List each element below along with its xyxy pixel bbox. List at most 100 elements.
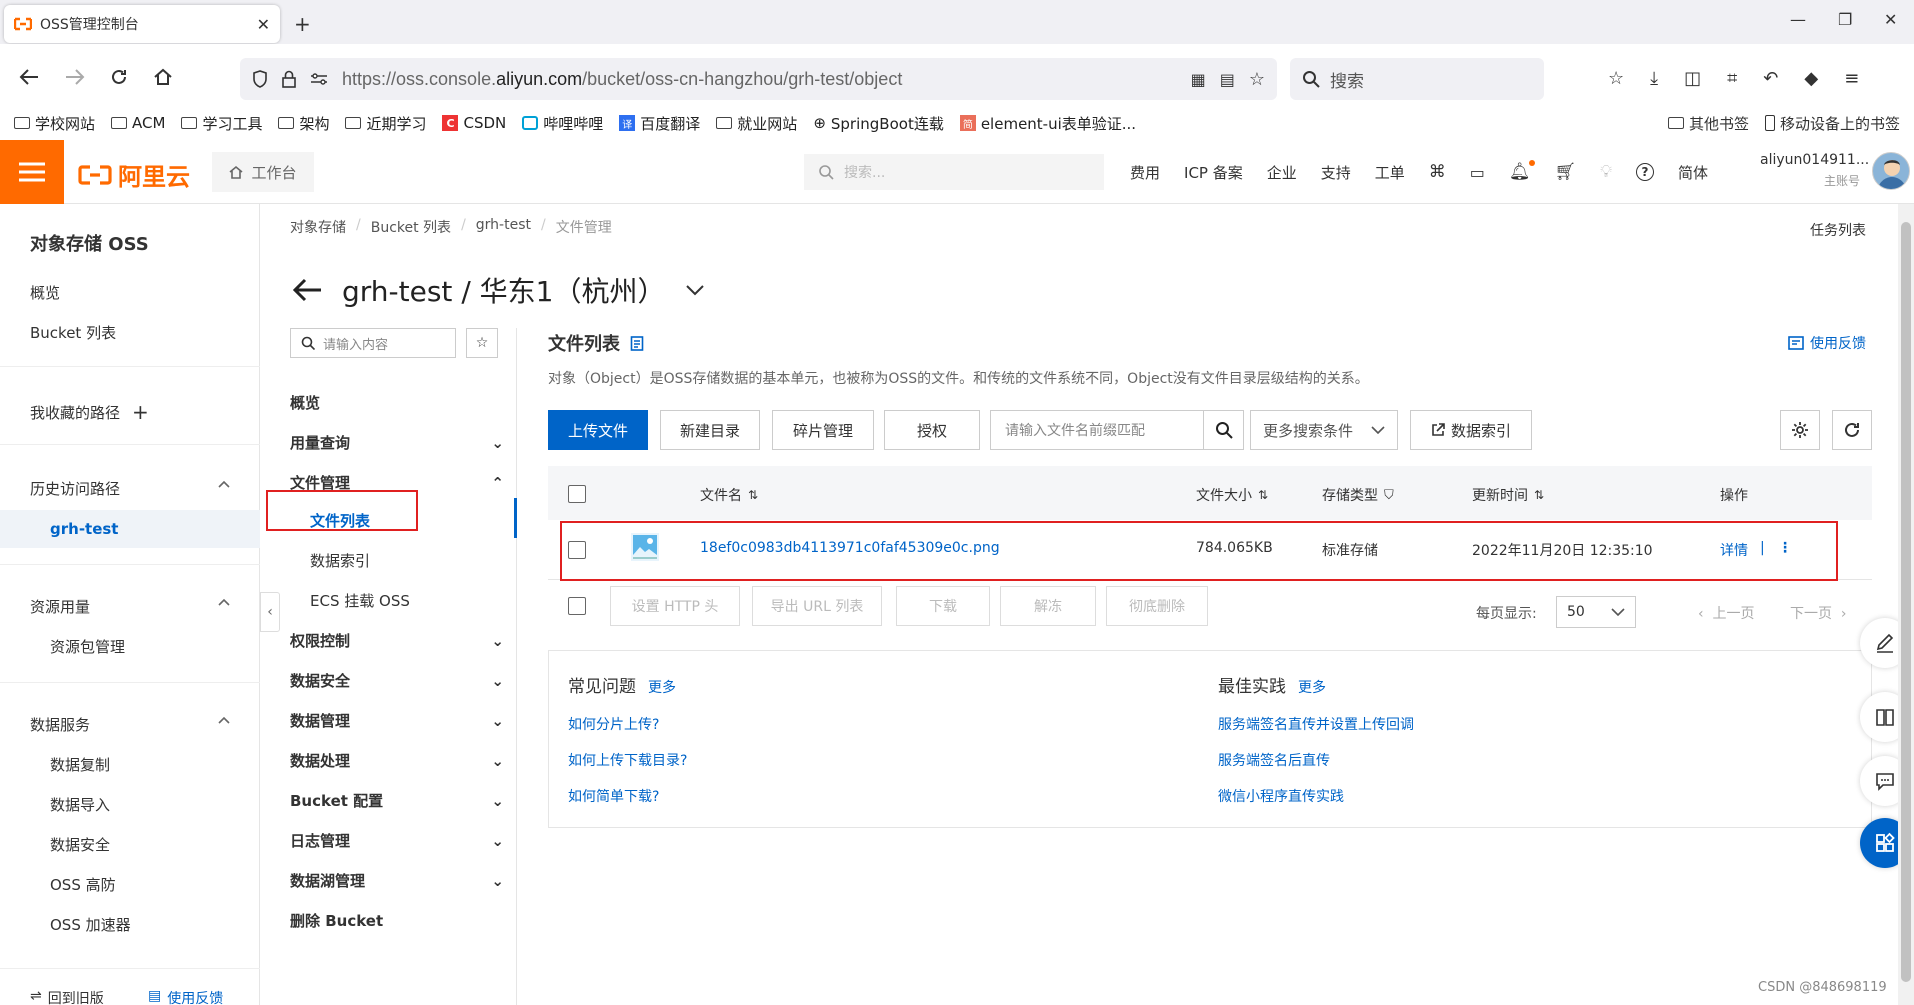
bookmark-item[interactable]: 架构 [278,113,329,134]
bookmark-item[interactable]: 哔哩哔哩 [522,113,603,134]
bookmark-item[interactable]: 学习工具 [181,113,262,134]
menu-sub-ecs-mount[interactable]: ECS 挂载 OSS [310,590,410,611]
home-icon[interactable] [152,66,174,88]
sidebar-collapse-button[interactable]: ‹ [260,592,280,632]
avatar[interactable] [1872,152,1910,190]
column-header-size[interactable]: 文件大小 ⇅ [1196,485,1268,505]
language-switch[interactable]: 简体 [1678,162,1708,183]
forward-icon[interactable] [64,66,86,88]
add-icon[interactable]: + [132,400,149,424]
menu-item-data-management[interactable]: 数据管理 ⌄ [290,710,504,731]
menu-item-data-security[interactable]: 数据安全 ⌄ [290,670,504,691]
terminal-icon[interactable]: ▭ [1470,163,1485,182]
new-tab-icon[interactable]: + [294,12,311,36]
back-to-old-version[interactable]: ⇌ 回到旧版 [30,988,104,1005]
column-header-name[interactable]: 文件名 ⇅ [700,485,758,505]
hamburger-menu-icon[interactable] [0,140,64,204]
more-search-conditions-dropdown[interactable]: 更多搜索条件 [1250,410,1398,450]
faq-link[interactable]: 如何简单下载? [568,786,659,806]
sidebar-feedback-link[interactable]: ▤ 使用反馈 [148,988,223,1005]
new-directory-button[interactable]: 新建目录 [660,410,760,450]
menu-item-data-processing[interactable]: 数据处理 ⌄ [290,750,504,771]
bookmark-item[interactable]: ACM [111,114,165,132]
menu-sub-data-index[interactable]: 数据索引 [310,550,370,571]
upload-file-button[interactable]: 上传文件 [548,410,648,450]
account-info[interactable]: aliyun014911... 主账号 [1760,152,1869,189]
aliyun-logo[interactable]: 阿里云 [78,157,190,192]
sidebar-icon[interactable]: ◫ [1684,68,1701,89]
reload-icon[interactable] [108,66,130,88]
sidebar-item-favorites[interactable]: 我收藏的路径 + [30,400,149,424]
next-page-button[interactable]: 下一页 › [1790,603,1847,623]
lock-icon[interactable] [282,70,296,88]
breadcrumb-item[interactable]: Bucket 列表 [371,217,451,237]
search-icon[interactable] [1204,410,1244,450]
bookmark-item[interactable]: 译百度翻译 [619,113,700,134]
chevron-down-icon[interactable] [685,284,705,296]
browser-search-box[interactable]: 搜索 [1290,58,1544,100]
cart-icon[interactable]: 🛒︎ [1555,162,1577,182]
shield-icon[interactable] [252,70,268,88]
bookmark-item[interactable]: C CSDN [442,114,506,132]
back-icon[interactable] [18,66,40,88]
menu-item-bucket-config[interactable]: Bucket 配置 ⌄ [290,790,504,811]
nav-enterprise[interactable]: 企业 [1267,162,1297,183]
sidebar-item-data-import[interactable]: 数据导入 [50,794,110,815]
feedback-link[interactable]: 使用反馈 [1788,333,1866,353]
help-icon[interactable]: ? [1636,163,1654,181]
bookmark-item[interactable]: 就业网站 [716,113,797,134]
breadcrumb-item[interactable]: 对象存储 [290,217,346,237]
url-text[interactable]: https://oss.console.aliyun.com/bucket/os… [342,69,902,90]
menu-item-log-management[interactable]: 日志管理 ⌄ [290,830,504,851]
restore-icon[interactable]: ❐ [1838,10,1852,29]
restore-button[interactable]: 解冻 [1000,586,1096,626]
favorites-icon[interactable]: ☆ [1608,68,1624,89]
menu-icon[interactable]: ≡ [1844,68,1859,89]
nav-icp[interactable]: ICP 备案 [1184,162,1243,183]
faq-more-link[interactable]: 更多 [648,677,676,697]
per-page-select[interactable]: 50 [1556,596,1636,628]
download-icon[interactable]: ⤓ [1650,68,1658,89]
gear-icon[interactable] [1780,410,1820,450]
fragment-management-button[interactable]: 碎片管理 [772,410,874,450]
minimize-icon[interactable]: — [1790,10,1806,29]
workbench-button[interactable]: 工作台 [212,152,314,192]
bookmark-item[interactable]: ⊕ SpringBoot连载 [813,113,944,134]
bookmark-item[interactable]: 简 element-ui表单验证... [959,113,1136,134]
prev-page-button[interactable]: ‹ 上一页 [1698,603,1755,623]
bookmark-item[interactable]: 其他书签 [1667,113,1749,134]
bell-icon[interactable]: 🔔︎ [1509,160,1535,182]
undo-icon[interactable]: ↶ [1763,68,1778,89]
sidebar-item-bucket-list[interactable]: Bucket 列表 [30,322,116,343]
bookmark-item[interactable]: 移动设备上的书签 [1764,113,1900,134]
sidebar-group-history[interactable]: 历史访问路径 [30,478,230,499]
faq-link[interactable]: 如何分片上传? [568,714,659,734]
column-header-updated[interactable]: 更新时间 ⇅ [1472,485,1544,505]
crop-icon[interactable]: ⌗ [1727,68,1737,89]
menu-item-usage[interactable]: 用量查询 ⌄ [290,432,504,453]
breadcrumb-item[interactable]: grh-test [476,217,531,237]
menu-item-permission[interactable]: 权限控制 ⌄ [290,630,504,651]
sidebar-item-overview[interactable]: 概览 [30,282,60,303]
best-practice-more-link[interactable]: 更多 [1298,677,1326,697]
batch-select-checkbox[interactable] [568,597,586,615]
tab-close-icon[interactable]: ✕ [257,15,270,34]
console-search-input[interactable]: 搜索... [804,154,1104,190]
cloud-shell-icon[interactable]: ⌘ [1429,162,1446,182]
nav-support[interactable]: 支持 [1321,162,1351,183]
menu-search-input[interactable]: 请输入内容 [290,328,456,358]
browser-tab[interactable]: OSS管理控制台 ✕ [4,5,280,43]
menu-item-data-lake[interactable]: 数据湖管理 ⌄ [290,870,504,891]
prefix-search-input[interactable]: 请输入文件名前缀匹配 [990,410,1204,450]
best-practice-link[interactable]: 服务端签名直传并设置上传回调 [1218,714,1414,734]
authorize-button[interactable]: 授权 [884,410,980,450]
column-header-storage[interactable]: 存储类型 ⛉ [1322,485,1394,505]
permanent-delete-button[interactable]: 彻底删除 [1106,586,1208,626]
star-icon[interactable]: ☆ [466,328,498,358]
select-all-checkbox[interactable] [568,485,586,503]
lightbulb-icon[interactable]: 💡︎ [1600,162,1612,182]
bookmark-star-icon[interactable]: ☆ [1249,69,1265,90]
back-arrow-icon[interactable] [292,278,322,302]
nav-billing[interactable]: 费用 [1130,162,1160,183]
refresh-icon[interactable] [1832,410,1872,450]
